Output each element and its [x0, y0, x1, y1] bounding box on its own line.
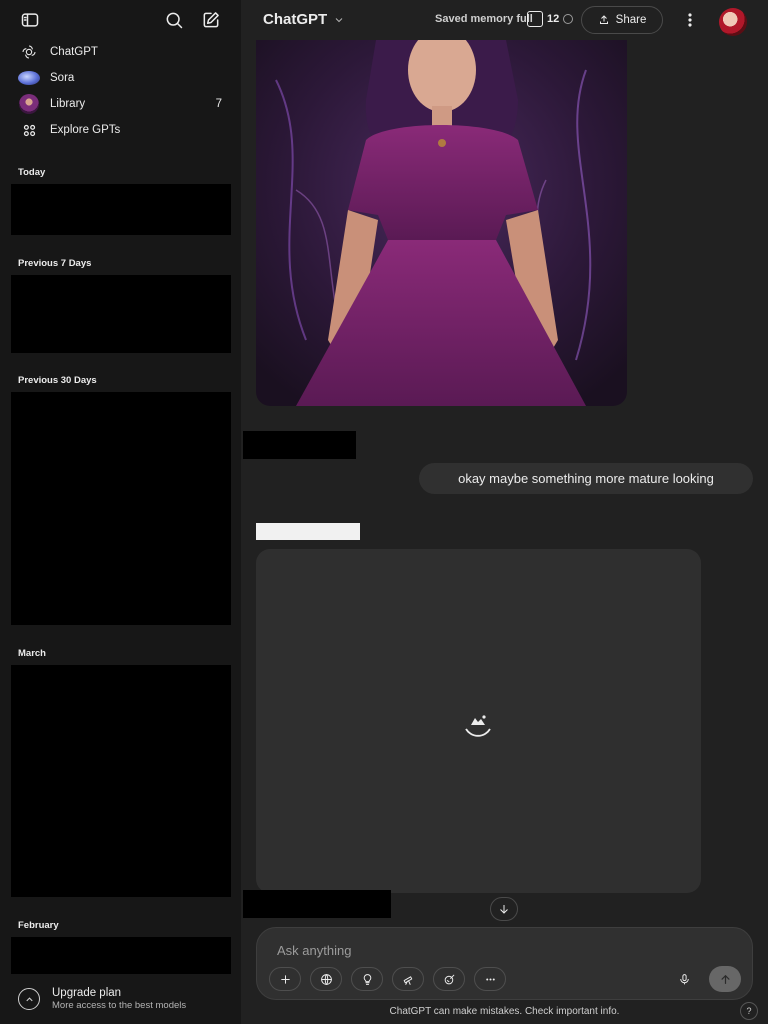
upgrade-title: Upgrade plan: [52, 986, 122, 999]
sidebar-item-chatgpt[interactable]: ChatGPT: [10, 40, 232, 64]
search-web-button[interactable]: [310, 967, 342, 991]
memory-count: 12: [547, 13, 560, 25]
saved-memory-indicator[interactable]: Saved memory full: [435, 13, 533, 25]
disclaimer: ChatGPT can make mistakes. Check importa…: [389, 1006, 620, 1017]
scroll-to-bottom-button[interactable]: [490, 897, 518, 921]
image-loading-icon: [460, 707, 496, 739]
sidebar: ChatGPT Sora Library 7 Explore GPTs Toda…: [0, 0, 241, 1024]
sidebar-item-label: Library: [50, 98, 86, 110]
dictate-button[interactable]: [670, 967, 698, 991]
sidebar-item-sora[interactable]: Sora: [10, 66, 232, 90]
more-options-icon[interactable]: [676, 6, 704, 34]
memory-status-text: Saved memory full: [435, 13, 533, 25]
sidebar-item-label: Sora: [50, 72, 75, 84]
redacted-history-block: [11, 184, 231, 235]
search-icon[interactable]: [160, 6, 188, 34]
chevron-down-icon: [335, 17, 343, 22]
image-brush-icon: [444, 974, 454, 984]
user-message: okay maybe something more mature looking: [419, 463, 753, 494]
user-message-text: okay maybe something more mature looking: [458, 471, 714, 486]
prompt-input[interactable]: [275, 940, 659, 960]
redacted-history-block: [11, 392, 231, 625]
upgrade-subtitle: More access to the best models: [52, 999, 187, 1011]
composer: [256, 927, 753, 1000]
telescope-icon: [403, 975, 412, 985]
redacted-history-block: [11, 937, 231, 974]
model-name: ChatGPT: [263, 11, 328, 28]
globe-icon: [320, 973, 332, 985]
help-button[interactable]: ?: [740, 1002, 758, 1020]
redacted-history-block: [11, 665, 231, 897]
arrow-down-icon: [500, 905, 508, 914]
avatar[interactable]: [719, 8, 747, 36]
upgrade-icon: [18, 988, 40, 1010]
reason-button[interactable]: [351, 967, 383, 991]
sidebar-item-label: Explore GPTs: [50, 124, 121, 136]
section-previous-30-days: Previous 30 Days: [18, 375, 97, 386]
sidebar-item-label: ChatGPT: [50, 46, 98, 58]
attach-button[interactable]: [269, 967, 301, 991]
info-icon[interactable]: [563, 14, 573, 24]
generated-image-picture: [256, 40, 627, 406]
arrow-up-icon: [720, 974, 730, 984]
openai-logo-icon: [18, 41, 40, 63]
lightbulb-icon: [363, 973, 371, 985]
plus-icon: [280, 974, 290, 984]
generated-image[interactable]: [256, 40, 627, 406]
section-previous-7-days: Previous 7 Days: [18, 258, 92, 269]
model-selector[interactable]: ChatGPT: [263, 11, 345, 28]
share-button[interactable]: Share: [581, 6, 663, 34]
ellipsis-icon: [485, 977, 495, 981]
share-label: Share: [615, 14, 647, 26]
top-bar: ChatGPT Saved memory full 12 Share: [241, 0, 768, 40]
temporary-chat-icon[interactable]: [527, 11, 543, 27]
redacted-message: [243, 890, 391, 918]
microphone-icon: [679, 973, 689, 984]
section-february: February: [18, 920, 59, 931]
sidebar-item-library[interactable]: Library 7: [10, 92, 232, 116]
redacted-history-block: [11, 275, 231, 353]
grid-icon: [18, 119, 40, 141]
sidebar-item-explore-gpts[interactable]: Explore GPTs: [10, 118, 232, 142]
new-chat-icon[interactable]: [197, 6, 225, 34]
sora-icon: [18, 67, 40, 89]
more-tools-button[interactable]: [474, 967, 506, 991]
toggle-sidebar-icon[interactable]: [16, 6, 44, 34]
section-march: March: [18, 648, 46, 659]
deep-research-button[interactable]: [392, 967, 424, 991]
upgrade-plan-button[interactable]: Upgrade plan More access to the best mod…: [14, 982, 236, 1016]
send-button[interactable]: [709, 966, 741, 992]
section-today: Today: [18, 167, 46, 178]
sidebar-toolbar: [0, 0, 241, 40]
create-image-button[interactable]: [433, 967, 465, 991]
library-count: 7: [215, 98, 222, 110]
redacted-label: [256, 523, 360, 540]
upload-icon: [599, 15, 608, 24]
redacted-message: [243, 431, 356, 459]
library-thumbnail-icon: [18, 93, 40, 115]
